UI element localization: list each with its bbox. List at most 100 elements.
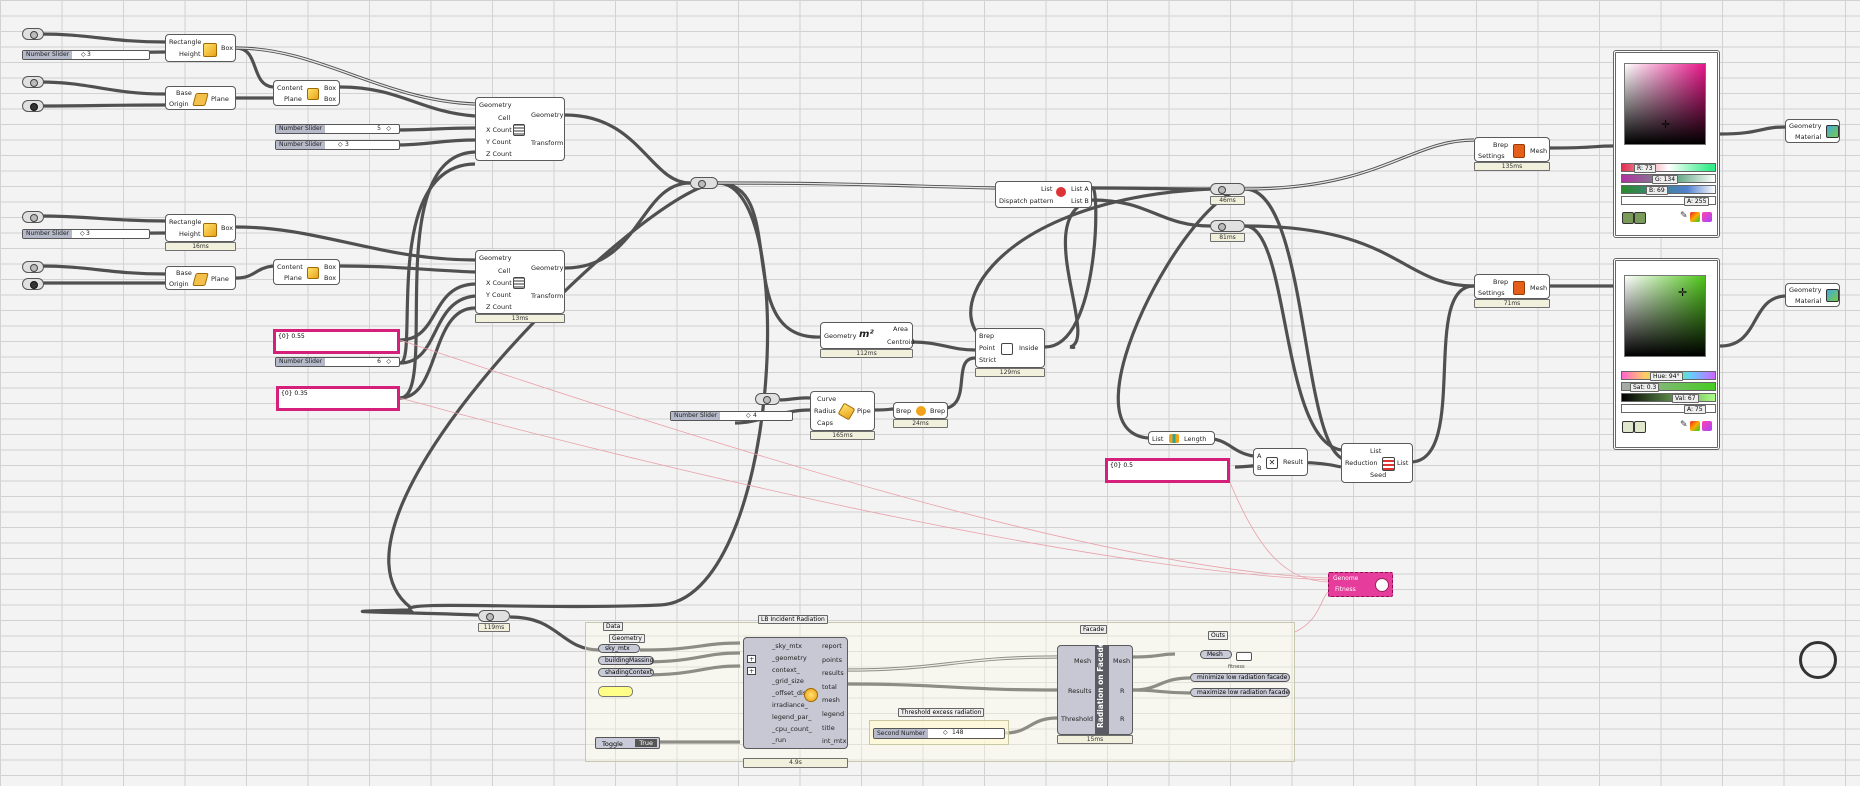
colour-chip[interactable] (1622, 421, 1634, 433)
slider-handle[interactable]: ◇ (338, 142, 343, 148)
relay-node[interactable] (1210, 220, 1245, 232)
point-param-icon[interactable] (22, 211, 44, 223)
gradient-icon[interactable] (1702, 421, 1712, 431)
array-component-mid[interactable]: Geometry Cell X Count Y Count Z Count Ge… (475, 250, 565, 314)
red-channel[interactable]: R: 73 (1621, 163, 1716, 173)
output-box[interactable]: Box (324, 85, 336, 92)
slider-handle[interactable]: ◇ (386, 359, 391, 365)
canvas-navigation-icon[interactable] (1799, 641, 1837, 679)
colour-chip[interactable] (1634, 212, 1646, 224)
palette-icon[interactable] (1690, 421, 1700, 431)
colour-swatch-top[interactable]: ✛ R: 73 G: 134 B: 69 A: 255 ✎ (1613, 50, 1720, 238)
output-brep[interactable]: Brep (930, 408, 945, 415)
output-transform[interactable]: Transform (531, 140, 563, 147)
output-list-a[interactable]: List A (1071, 186, 1089, 193)
input-genome[interactable]: Genome (1333, 576, 1358, 582)
sky-mtx-param[interactable]: sky_mtx (598, 644, 640, 653)
blue-channel[interactable]: B: 69 (1621, 185, 1716, 195)
palette-icon[interactable] (1690, 212, 1700, 222)
expand-icon[interactable]: + (747, 666, 757, 676)
input-content[interactable]: Content (277, 264, 303, 271)
slider-handle[interactable]: ◇ (81, 52, 86, 58)
relay-node[interactable] (478, 610, 510, 622)
plane-param-icon[interactable] (22, 76, 44, 88)
building-massing-param[interactable]: buildingMassing (598, 656, 654, 665)
slider-handle[interactable]: ◇ (386, 126, 391, 132)
input-rectangle[interactable]: Rectangle (169, 219, 201, 226)
custom-preview-top[interactable]: Geometry Material (1785, 119, 1840, 143)
output-plane[interactable]: Plane (211, 276, 229, 283)
output-result[interactable]: Result (1283, 459, 1303, 466)
second-number-slider[interactable]: Second Number ◇ 148 (873, 728, 1005, 739)
colour-swatch-bottom[interactable]: ✛ Hue: 94° Sat: 0.3 Val: 67 A: 75 ✎ (1613, 258, 1720, 450)
lb-input-port[interactable]: _cpu_count_ (772, 726, 812, 733)
output-box[interactable]: Box (324, 275, 336, 282)
input-cell[interactable]: Cell (498, 268, 510, 275)
radiation-on-facade-component[interactable]: Mesh Results Threshold Radiation on Faca… (1057, 642, 1133, 735)
output-mesh[interactable]: Mesh (1530, 148, 1547, 155)
shading-context-param[interactable]: shadingContext (598, 668, 654, 677)
input-base[interactable]: Base (176, 90, 192, 97)
mesh-component-bottom[interactable]: Brep Settings Mesh (1474, 274, 1550, 299)
input-brep[interactable]: Brep (1493, 142, 1508, 149)
input-z-count[interactable]: Z Count (486, 304, 512, 311)
lb-input-port[interactable]: irradiance_ (772, 702, 808, 709)
lb-output-port[interactable]: report (822, 643, 842, 650)
input-strict[interactable]: Strict (979, 357, 996, 364)
brep-component[interactable]: Brep Brep (893, 402, 948, 419)
input-z-count[interactable]: Z Count (486, 151, 512, 158)
slider-handle[interactable]: ◇ (943, 730, 948, 736)
content-component-top[interactable]: Content Plane Box Box (273, 80, 340, 106)
lb-input-port[interactable]: legend_par_ (772, 714, 811, 721)
lb-output-port[interactable]: total (822, 684, 837, 691)
input-list[interactable]: List (1152, 436, 1163, 443)
input-dispatch-pattern[interactable]: Dispatch pattern (999, 198, 1054, 205)
input-a[interactable]: A (1257, 453, 1261, 460)
point-param-icon[interactable] (22, 28, 44, 40)
input-curve[interactable]: Curve (817, 396, 836, 403)
output-box[interactable]: Box (324, 264, 336, 271)
lb-input-port[interactable]: context_ (772, 667, 800, 674)
input-material[interactable]: Material (1795, 298, 1821, 305)
green-channel[interactable]: G: 134 (1621, 174, 1716, 184)
input-geometry[interactable]: Geometry (479, 255, 511, 262)
number-slider-5[interactable]: Number Slider 6 ◇ (275, 357, 400, 367)
input-geometry[interactable]: Geometry (1789, 287, 1821, 294)
relay-node[interactable] (690, 177, 718, 189)
eyedropper-icon[interactable]: ✎ (1680, 212, 1688, 221)
lb-input-port[interactable]: _geometry (772, 655, 807, 662)
input-rectangle[interactable]: Rectangle (169, 39, 201, 46)
genome-panel-1[interactable]: {0} 0.55 (273, 329, 400, 354)
output-plane[interactable]: Plane (211, 96, 229, 103)
box-component-top[interactable]: Rectangle Height Box (165, 34, 236, 62)
output-geometry[interactable]: Geometry (531, 265, 563, 272)
toggle-component[interactable]: Toggle True (595, 737, 660, 749)
input-x-count[interactable]: X Count (486, 127, 512, 134)
origin-param-icon[interactable] (22, 278, 44, 290)
slider-handle[interactable]: ◇ (80, 231, 85, 237)
input-reduction[interactable]: Reduction (1345, 460, 1378, 467)
lb-incident-radiation-component[interactable]: _sky_mtx _geometry context_ _grid_size _offs… (743, 637, 848, 749)
input-list[interactable]: List (1041, 186, 1052, 193)
saturation-channel[interactable]: Sat: 0.3 (1621, 382, 1716, 392)
input-seed[interactable]: Seed (1370, 472, 1386, 479)
array-component-top[interactable]: Geometry Cell X Count Y Count Z Count Ge… (475, 97, 565, 161)
output-box[interactable]: Box (221, 225, 233, 232)
galapagos-component[interactable]: Genome Fitness (1328, 572, 1393, 597)
input-content[interactable]: Content (277, 85, 303, 92)
input-fitness[interactable]: Fitness (1335, 587, 1356, 593)
output-r[interactable]: R (1120, 716, 1125, 723)
origin-param-icon[interactable] (22, 100, 44, 112)
value-channel[interactable]: Val: 67 (1621, 393, 1716, 403)
eyedropper-icon[interactable]: ✎ (1680, 421, 1688, 430)
input-plane[interactable]: Plane (284, 275, 302, 282)
input-radius[interactable]: Radius (814, 408, 836, 415)
colour-chip[interactable] (1622, 212, 1634, 224)
alpha-channel[interactable]: A: 255 (1621, 196, 1716, 206)
pipe-component[interactable]: Curve Radius Caps Pipe (810, 391, 875, 431)
output-inside[interactable]: Inside (1019, 345, 1038, 352)
genome-panel-3[interactable]: {0} 0.5 (1105, 458, 1230, 483)
inside-component[interactable]: Brep Point Strict Inside (975, 328, 1045, 368)
lb-output-port[interactable]: legend (822, 711, 844, 718)
lb-output-port[interactable]: title (822, 725, 835, 732)
